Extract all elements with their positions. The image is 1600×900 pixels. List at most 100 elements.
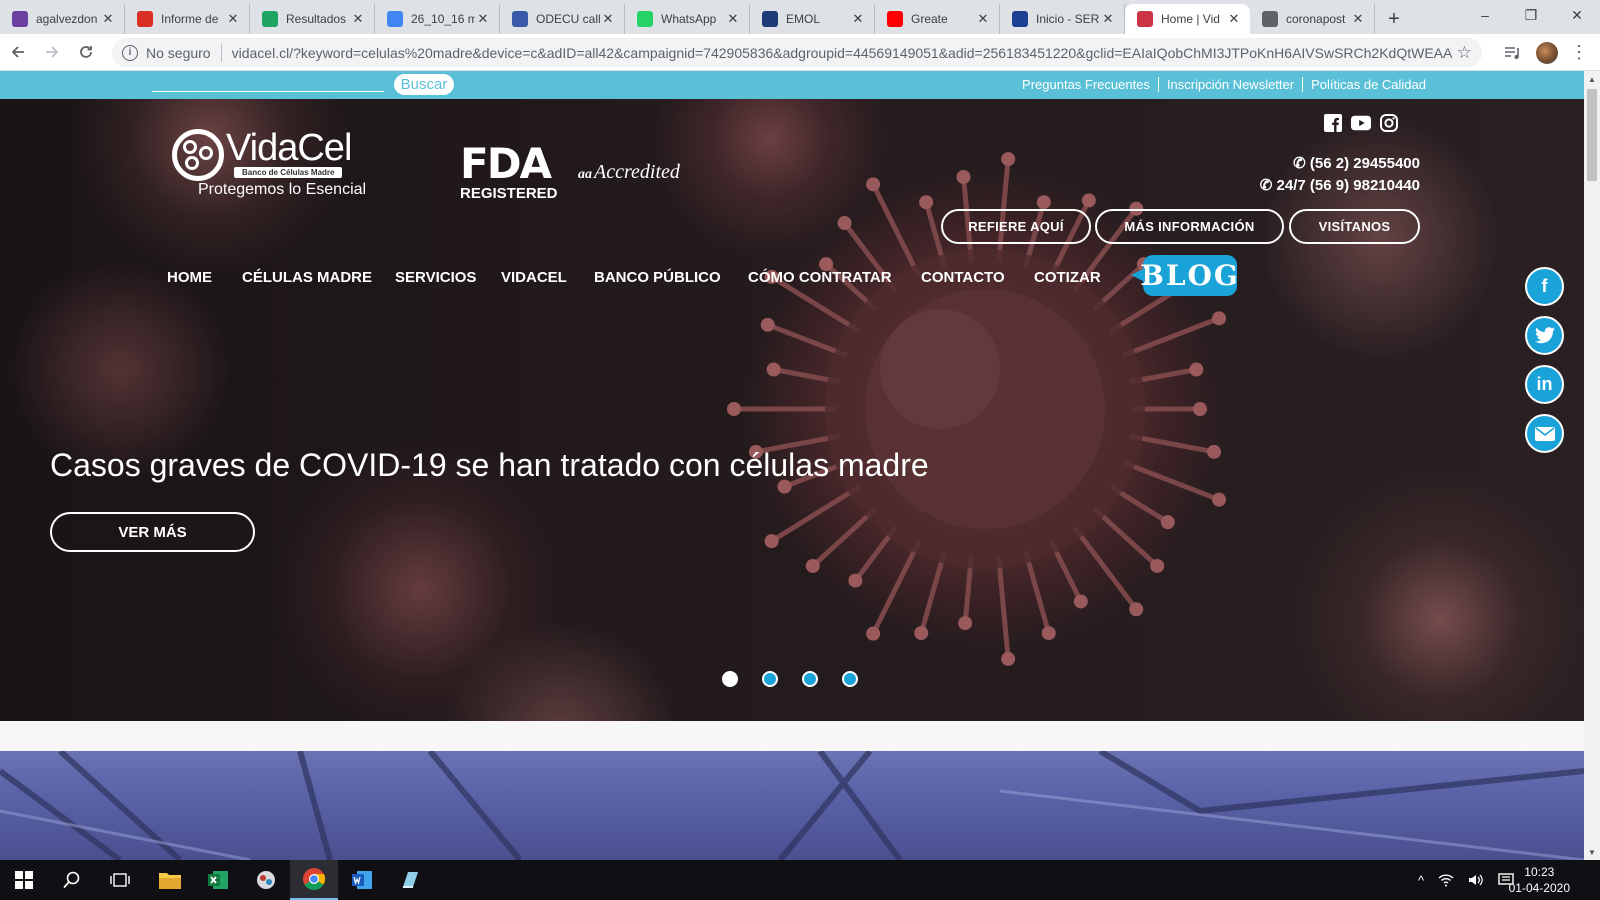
nav-banco-publico[interactable]: BANCO PÚBLICO: [594, 269, 721, 286]
clock[interactable]: 10:23 01-04-2020: [1509, 864, 1570, 896]
phone-number-2[interactable]: ✆ 24/7 (56 9) 98210440: [1260, 176, 1420, 194]
browser-tab[interactable]: coronapost ✕: [1250, 4, 1375, 34]
nav-contacto[interactable]: CONTACTO: [921, 269, 1005, 286]
close-tab-icon[interactable]: ✕: [975, 11, 991, 27]
browser-tab[interactable]: Informe de ✕: [125, 4, 250, 34]
nav-vidacel[interactable]: VIDACEL: [501, 269, 567, 286]
close-tab-icon[interactable]: ✕: [350, 11, 366, 27]
task-view-button[interactable]: [96, 860, 144, 900]
browser-tab[interactable]: Resultados ✕: [250, 4, 375, 34]
minimize-button[interactable]: –: [1462, 0, 1508, 30]
newsletter-link[interactable]: Inscripción Newsletter: [1157, 77, 1302, 92]
hero-slider: VidaCel Banco de Células Madre Protegemo…: [0, 99, 1584, 721]
browser-tab[interactable]: 26_10_16 m ✕: [375, 4, 500, 34]
close-tab-icon[interactable]: ✕: [1226, 11, 1242, 27]
app-button[interactable]: [242, 860, 290, 900]
browser-tab[interactable]: ODECU call ✕: [500, 4, 625, 34]
instagram-icon[interactable]: [1379, 113, 1399, 133]
search-input[interactable]: [152, 91, 384, 92]
scroll-down-icon[interactable]: ▼: [1584, 844, 1600, 860]
share-twitter-icon[interactable]: [1525, 316, 1564, 355]
restore-button[interactable]: ❐: [1508, 0, 1554, 30]
close-tab-icon[interactable]: ✕: [475, 11, 491, 27]
excel-button[interactable]: [194, 860, 242, 900]
close-tab-icon[interactable]: ✕: [225, 11, 241, 27]
virus-spike-tip: [766, 362, 781, 377]
youtube-icon[interactable]: [1351, 113, 1371, 133]
logo-dot: [199, 146, 213, 160]
not-secure-label: No seguro: [146, 44, 211, 61]
browser-menu-button[interactable]: ⋮: [1566, 38, 1592, 67]
info-icon[interactable]: i: [122, 44, 138, 61]
close-tab-icon[interactable]: ✕: [100, 11, 116, 27]
tab-title: Resultados: [286, 12, 347, 26]
close-tab-icon[interactable]: ✕: [850, 11, 866, 27]
mas-informacion-button[interactable]: MÁS INFORMACIÓN: [1095, 209, 1284, 244]
slider-dot-3[interactable]: [802, 671, 818, 687]
browser-tab[interactable]: WhatsApp ✕: [625, 4, 750, 34]
bookmark-star-icon[interactable]: ☆: [1457, 43, 1472, 63]
share-linkedin-icon[interactable]: in: [1525, 365, 1564, 404]
reload-button[interactable]: [70, 36, 102, 68]
faq-link[interactable]: Preguntas Frecuentes: [1014, 77, 1158, 92]
browser-tab[interactable]: Home | Vid ✕: [1125, 4, 1250, 34]
scroll-thumb[interactable]: [1587, 89, 1597, 181]
phone-number-1[interactable]: ✆ (56 2) 29455400: [1293, 154, 1420, 172]
nav-servicios[interactable]: SERVICIOS: [395, 269, 476, 286]
slider-dot-2[interactable]: [762, 671, 778, 687]
share-facebook-icon[interactable]: f: [1525, 267, 1564, 306]
virus-spike: [870, 540, 921, 637]
file-explorer-button[interactable]: [146, 860, 194, 900]
close-tab-icon[interactable]: ✕: [600, 11, 616, 27]
clock-date: 01-04-2020: [1508, 881, 1570, 895]
media-control-button[interactable]: [1498, 38, 1528, 67]
back-button[interactable]: [2, 36, 34, 68]
search-button[interactable]: Buscar: [394, 74, 454, 95]
nav-celulas-madre[interactable]: CÉLULAS MADRE: [242, 269, 372, 286]
new-tab-button[interactable]: +: [1379, 4, 1409, 34]
facebook-icon[interactable]: [1323, 113, 1343, 133]
url-text[interactable]: vidacel.cl/?keyword=celulas%20madre&devi…: [232, 45, 1452, 61]
page-scrollbar[interactable]: ▲ ▼: [1584, 71, 1600, 860]
refiere-aqui-button[interactable]: REFIERE AQUÍ: [941, 209, 1091, 244]
nav-cotizar[interactable]: COTIZAR: [1034, 269, 1101, 286]
forward-button[interactable]: [36, 36, 68, 68]
virus-spike-tip: [1212, 311, 1227, 326]
virus-spike-tip: [1193, 402, 1207, 416]
virus-spike-tip: [764, 534, 779, 549]
nav-home[interactable]: HOME: [167, 269, 212, 286]
vidacel-logo[interactable]: VidaCel Banco de Células Madre Protegemo…: [172, 127, 372, 203]
close-tab-icon[interactable]: ✕: [1350, 11, 1366, 27]
scroll-up-icon[interactable]: ▲: [1584, 71, 1600, 87]
profile-avatar[interactable]: [1532, 38, 1562, 67]
start-button[interactable]: [0, 860, 48, 900]
search-button[interactable]: [48, 860, 96, 900]
browser-tab[interactable]: EMOL ✕: [750, 4, 875, 34]
share-email-icon[interactable]: [1525, 414, 1564, 453]
quality-policy-link[interactable]: Políticas de Calidad: [1302, 77, 1434, 92]
browser-tab[interactable]: agalvezdon ✕: [0, 4, 125, 34]
clock-time: 10:23: [1524, 865, 1555, 879]
word-button[interactable]: [338, 860, 386, 900]
nav-como-contratar[interactable]: CÓMO CONTRATAR: [748, 269, 892, 286]
virus-spike: [996, 555, 1011, 662]
logo-brand: VidaCel: [226, 127, 352, 169]
visitanos-button[interactable]: VISÍTANOS: [1289, 209, 1420, 244]
slider-dot-1[interactable]: [722, 671, 738, 687]
close-tab-icon[interactable]: ✕: [725, 11, 741, 27]
back-arrow-icon: [11, 46, 24, 58]
notepad-button[interactable]: [386, 860, 434, 900]
slider-dot-4[interactable]: [842, 671, 858, 687]
chrome-button[interactable]: [290, 860, 338, 900]
avatar-icon: [1536, 41, 1558, 64]
browser-tab[interactable]: Greate ✕: [875, 4, 1000, 34]
address-bar[interactable]: i No seguro vidacel.cl/?keyword=celulas%…: [112, 38, 1482, 67]
globe-icon: [1262, 11, 1278, 27]
browser-tab[interactable]: Inicio - SER ✕: [1000, 4, 1125, 34]
ver-mas-button[interactable]: VER MÁS: [50, 512, 255, 552]
close-tab-icon[interactable]: ✕: [1100, 11, 1116, 27]
ceiling-structure-image: [0, 751, 1584, 860]
close-window-button[interactable]: ✕: [1554, 0, 1600, 30]
blog-button[interactable]: BLOG: [1131, 255, 1238, 296]
chevron-up-icon[interactable]: ^: [1418, 873, 1424, 888]
